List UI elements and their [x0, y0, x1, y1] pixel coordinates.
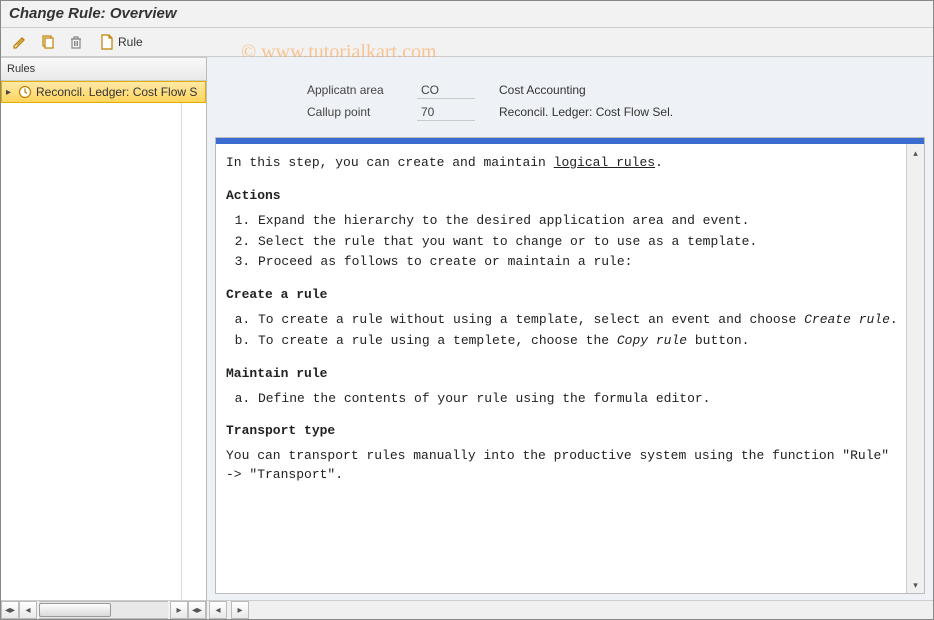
create-item-a: To create a rule without using a templat…: [258, 311, 898, 330]
actions-item-1: Expand the hierarchy to the desired appl…: [258, 212, 898, 231]
actions-item-3: Proceed as follows to create or maintain…: [258, 253, 898, 272]
info-desc-application-area: Cost Accounting: [499, 83, 586, 97]
left-panel: Rules ▸ Reconcil. Ledger: Cost Flow S ◂▸…: [1, 57, 207, 619]
trash-icon: [68, 34, 84, 50]
scroll-track[interactable]: [39, 601, 168, 619]
pencil-icon: [12, 34, 28, 50]
right-bottom-scrollbar: ◂ ▸: [207, 600, 933, 619]
create-list: To create a rule without using a templat…: [226, 311, 898, 351]
tree-body: ▸ Reconcil. Ledger: Cost Flow S: [1, 81, 206, 600]
rule-header-info: Applicatn area CO Cost Accounting Callup…: [207, 57, 933, 137]
toolbar: Rule: [1, 28, 933, 57]
scroll-thumb[interactable]: [39, 603, 111, 617]
scroll-down-icon[interactable]: ▾: [908, 578, 923, 593]
section-actions-title: Actions: [226, 187, 898, 206]
maintain-item-a: Define the contents of your rule using t…: [258, 390, 898, 409]
scroll-first-icon[interactable]: ◂▸: [1, 601, 19, 619]
section-maintain-title: Maintain rule: [226, 365, 898, 384]
info-row-callup-point: Callup point 70 Reconcil. Ledger: Cost F…: [307, 101, 913, 123]
info-desc-callup-point: Reconcil. Ledger: Cost Flow Sel.: [499, 105, 673, 119]
logical-rules-link[interactable]: logical rules: [554, 155, 655, 170]
app-window: Change Rule: Overview: [0, 0, 934, 620]
transport-body: You can transport rules manually into th…: [226, 447, 898, 485]
help-vertical-scrollbar[interactable]: ▴ ▾: [906, 144, 924, 593]
delete-button[interactable]: [65, 31, 87, 53]
info-row-application-area: Applicatn area CO Cost Accounting: [307, 79, 913, 101]
help-intro: In this step, you can create and maintai…: [226, 154, 898, 173]
edit-button[interactable]: [9, 31, 31, 53]
main-area: Rules ▸ Reconcil. Ledger: Cost Flow S ◂▸…: [1, 57, 933, 619]
help-panel: ▴ ▾ In this step, you can create and mai…: [215, 137, 925, 594]
actions-item-2: Select the rule that you want to change …: [258, 233, 898, 252]
info-code-application-area: CO: [417, 82, 475, 99]
scroll-left-icon[interactable]: ◂: [19, 601, 37, 619]
section-transport-title: Transport type: [226, 422, 898, 441]
clock-icon: [18, 85, 32, 99]
document-icon: [100, 34, 114, 50]
section-create-title: Create a rule: [226, 286, 898, 305]
scroll-right-icon[interactable]: ▸: [170, 601, 188, 619]
tree-node-label: Reconcil. Ledger: Cost Flow S: [36, 85, 197, 99]
page-title: Change Rule: Overview: [1, 1, 933, 28]
tree-node-reconcil-ledger[interactable]: ▸ Reconcil. Ledger: Cost Flow S: [1, 81, 206, 103]
info-code-callup-point: 70: [417, 104, 475, 121]
scroll-up-icon[interactable]: ▴: [908, 146, 923, 161]
right-scroll-right-icon[interactable]: ▸: [231, 601, 249, 619]
help-content: In this step, you can create and maintai…: [216, 144, 924, 495]
info-label-application-area: Applicatn area: [307, 83, 417, 97]
tree-column-header[interactable]: Rules: [1, 57, 206, 81]
tree-horizontal-scrollbar: ◂▸ ◂ ▸ ◂▸: [1, 600, 206, 619]
maintain-list: Define the contents of your rule using t…: [226, 390, 898, 409]
scroll-last-icon[interactable]: ◂▸: [188, 601, 206, 619]
right-area: Applicatn area CO Cost Accounting Callup…: [207, 57, 933, 619]
right-scroll-left-icon[interactable]: ◂: [209, 601, 227, 619]
tree-expander-icon[interactable]: ▸: [6, 87, 14, 98]
rule-menu-label: Rule: [118, 35, 143, 49]
actions-list: Expand the hierarchy to the desired appl…: [226, 212, 898, 273]
rule-menu-button[interactable]: Rule: [93, 31, 150, 53]
create-item-b: To create a rule using a templete, choos…: [258, 332, 898, 351]
copy-icon: [40, 34, 56, 50]
copy-button[interactable]: [37, 31, 59, 53]
info-label-callup-point: Callup point: [307, 105, 417, 119]
tree-column-divider[interactable]: [181, 103, 182, 600]
